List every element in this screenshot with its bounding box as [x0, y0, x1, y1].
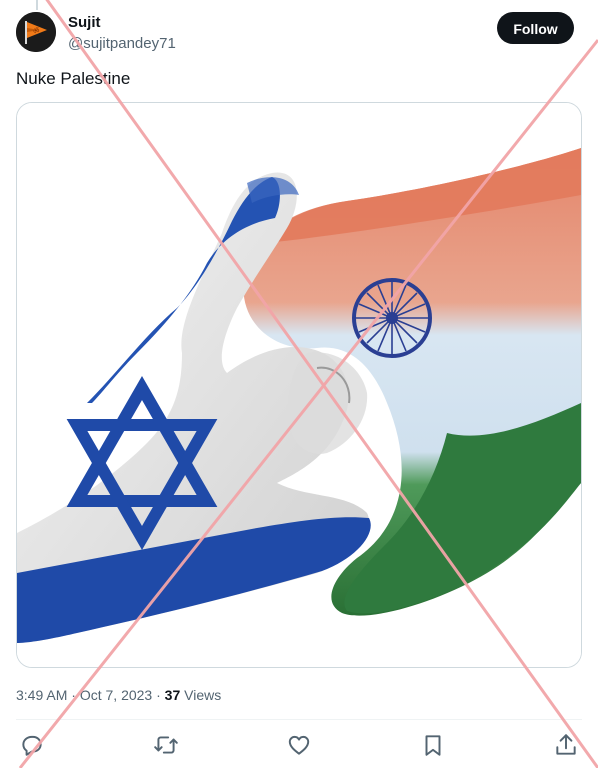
tweet-date[interactable]: Oct 7, 2023 — [80, 687, 152, 703]
tweet-time[interactable]: 3:49 AM — [16, 687, 67, 703]
tweet: ॐ Sujit @sujitpandey71 Follow Nuke Pales… — [0, 0, 598, 768]
user-handle[interactable]: @sujitpandey71 — [68, 35, 176, 53]
tweet-image[interactable] — [16, 102, 582, 668]
ashoka-chakra — [352, 278, 432, 358]
view-count: 37 — [164, 687, 181, 703]
reply-icon[interactable] — [19, 732, 45, 758]
display-name[interactable]: Sujit — [68, 14, 101, 32]
tweet-text: Nuke Palestine — [16, 69, 131, 88]
handshake-flags-image — [17, 103, 581, 667]
avatar[interactable]: ॐ — [16, 12, 56, 52]
retweet-icon[interactable] — [153, 732, 179, 758]
tweet-meta: 3:49 AM · Oct 7, 2023 · 37 Views — [16, 686, 221, 704]
action-bar — [0, 730, 598, 760]
thread-line — [36, 0, 38, 10]
divider — [16, 719, 582, 720]
heart-icon[interactable] — [286, 732, 312, 758]
meta-separator: · — [71, 687, 76, 703]
follow-button[interactable]: Follow — [497, 12, 574, 44]
share-icon[interactable] — [553, 732, 579, 758]
avatar-flag-icon: ॐ — [16, 12, 56, 52]
svg-text:ॐ: ॐ — [33, 27, 40, 35]
bookmark-icon[interactable] — [420, 732, 446, 758]
views-label: Views — [184, 687, 222, 703]
meta-separator-2: · — [156, 687, 161, 703]
